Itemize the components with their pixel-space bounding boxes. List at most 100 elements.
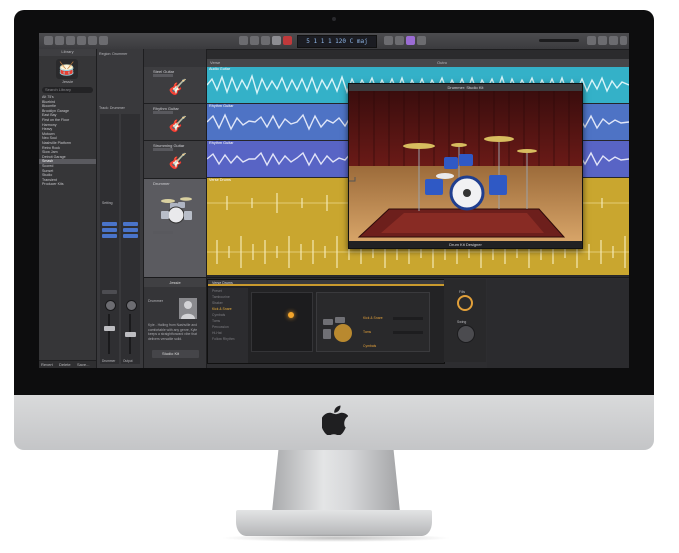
plugin-slot[interactable] xyxy=(102,222,117,226)
mute-solo-buttons[interactable] xyxy=(153,111,173,114)
kit-label[interactable]: Toms xyxy=(363,329,371,335)
library-panel: Library 🥁 Jessie Search Library Alt 75's… xyxy=(39,49,97,368)
volume-fader[interactable] xyxy=(104,326,115,331)
notes-icon[interactable] xyxy=(598,36,607,45)
drummer-editor-title: Verse Drums xyxy=(208,280,444,286)
drummer-description: Kyle - Hailing from Nashville and comfor… xyxy=(148,323,198,341)
xy-puck[interactable] xyxy=(288,312,294,318)
plugin-slot[interactable] xyxy=(102,234,117,238)
swing-knob[interactable] xyxy=(457,325,475,343)
kit-button[interactable]: Studio Kit xyxy=(152,350,199,358)
plugin-slot[interactable] xyxy=(123,228,138,232)
drummer-label: Drummer xyxy=(148,299,163,303)
save-button[interactable]: Save... xyxy=(77,362,89,368)
metronome-icon[interactable] xyxy=(417,36,426,45)
mute-solo-buttons[interactable] xyxy=(153,148,173,151)
plugin-slot[interactable] xyxy=(102,228,117,232)
drummer-info-panel: Jessie Drummer Kyle - Hailing from Nashv… xyxy=(144,278,207,368)
mute-solo-buttons[interactable] xyxy=(153,74,173,77)
plugin-title[interactable]: Drummer: Studio Kit xyxy=(349,84,582,91)
region-inspector-label[interactable]: Region: Drummer xyxy=(99,51,127,57)
smart-controls: Jessie Drummer Kyle - Hailing from Nashv… xyxy=(144,277,629,368)
strip-name: Drummer xyxy=(102,359,116,363)
apple-logo-icon xyxy=(322,405,348,435)
library-header: Library xyxy=(39,49,96,56)
camera-icon xyxy=(332,17,336,21)
mute-solo-buttons[interactable] xyxy=(153,231,173,234)
knob-panel: Fills Swing xyxy=(444,279,486,362)
rewind-icon[interactable] xyxy=(239,36,248,45)
track-name: Drummer xyxy=(153,181,170,186)
marker-right[interactable]: Outro xyxy=(437,60,447,66)
track-header-steel-guitar[interactable]: Steel Guitar 🎸 xyxy=(144,67,206,104)
strip-setting-label[interactable]: Setting xyxy=(102,200,113,206)
browser-icon[interactable] xyxy=(620,36,627,45)
help-icon[interactable] xyxy=(55,36,64,45)
library-search-input[interactable]: Search Library xyxy=(42,87,93,93)
track-inspector-label[interactable]: Track: Drummer xyxy=(99,105,125,111)
toms-slider[interactable] xyxy=(393,331,423,334)
revert-button[interactable]: Revert xyxy=(41,362,53,368)
stop-icon[interactable] xyxy=(261,36,270,45)
send-slot[interactable] xyxy=(102,290,117,294)
mixer-icon[interactable] xyxy=(88,36,97,45)
drummer-editor-sidebar: Preset Tambourine Shaker Kick & Snare Cy… xyxy=(208,288,248,363)
count-in-icon[interactable] xyxy=(406,36,415,45)
kit-label[interactable]: Cymbals xyxy=(363,343,376,349)
drum-kit-icon: 🥁 xyxy=(56,59,78,79)
list-editors-icon[interactable] xyxy=(587,36,596,45)
inspector-panel: Region: Drummer Track: Drummer Setting D… xyxy=(97,49,144,368)
strip-name: Output xyxy=(123,359,133,363)
loops-icon[interactable] xyxy=(609,36,618,45)
play-icon[interactable] xyxy=(272,36,281,45)
acoustic-guitar-icon: 🎸 xyxy=(168,79,188,96)
drum-kit-plugin-window[interactable]: Drummer: Studio Kit Drum Kit Designer xyxy=(348,83,583,249)
pan-knob[interactable] xyxy=(126,300,137,311)
stand-foot xyxy=(236,510,432,536)
control-bar: 5 1 1 1 120 C maj xyxy=(39,33,629,50)
stand-shadow xyxy=(220,534,452,542)
plugin-slot[interactable] xyxy=(123,234,138,238)
track-header-drummer[interactable]: Drummer xyxy=(144,179,206,278)
lcd-display[interactable]: 5 1 1 1 120 C maj xyxy=(297,35,377,48)
plugin-footer[interactable]: Drum Kit Designer xyxy=(349,241,582,248)
volume-fader[interactable] xyxy=(125,332,136,337)
drum-kit-icon xyxy=(161,197,192,224)
cycle-icon[interactable] xyxy=(384,36,393,45)
smart-controls-icon[interactable] xyxy=(77,36,86,45)
pan-knob[interactable] xyxy=(105,300,116,311)
drummer-tab[interactable]: Jessie xyxy=(144,278,206,287)
library-preset-label: Jessie xyxy=(61,79,74,84)
xy-pad[interactable] xyxy=(251,292,313,352)
screen: 5 1 1 1 120 C maj Library 🥁 Jessie Searc… xyxy=(39,33,629,368)
electric-guitar-icon: 🎸 xyxy=(168,116,188,133)
library-item[interactable]: Producer Kits xyxy=(39,182,96,187)
master-volume-slider[interactable] xyxy=(539,39,579,42)
record-icon[interactable] xyxy=(283,36,292,45)
stand-neck xyxy=(272,450,400,512)
channel-strip-drummer: Setting Drummer xyxy=(100,114,119,364)
library-list: Alt 75's Bluebird Bloomfie Brooklyn Garage E… xyxy=(39,95,96,187)
plugin-slot[interactable] xyxy=(123,222,138,226)
marker-left[interactable]: Verse xyxy=(210,60,220,66)
kit-piece-panel: Kick & Snare Toms Cymbals xyxy=(316,292,430,352)
kit-label[interactable]: Kick & Snare xyxy=(363,315,383,321)
delete-button[interactable]: Delete xyxy=(59,362,71,368)
complexity-slider[interactable] xyxy=(393,317,423,320)
forward-icon[interactable] xyxy=(250,36,259,45)
drum-kit-icon xyxy=(323,317,352,342)
volume-fader-track xyxy=(108,314,110,354)
tuner-icon[interactable] xyxy=(395,36,404,45)
track-header-strumming-guitar[interactable]: Strumming Guitar 🎸 xyxy=(144,141,206,179)
drummer-editor: Verse Drums Preset Tambourine Shaker Kic… xyxy=(207,279,445,364)
editors-icon[interactable] xyxy=(99,36,108,45)
library-icon[interactable] xyxy=(44,36,53,45)
track-header-rhythm-guitar[interactable]: Rhythm Guitar 🎸 xyxy=(144,104,206,141)
drummer-avatar[interactable] xyxy=(179,298,197,319)
drum-kit-scene[interactable] xyxy=(349,91,582,241)
person-icon xyxy=(181,301,195,319)
fills-knob[interactable] xyxy=(457,295,473,311)
channel-strip-output: Output xyxy=(121,114,140,364)
sidebar-item[interactable]: Follow Rhythm xyxy=(208,336,248,342)
toolbar-icon[interactable] xyxy=(66,36,75,45)
